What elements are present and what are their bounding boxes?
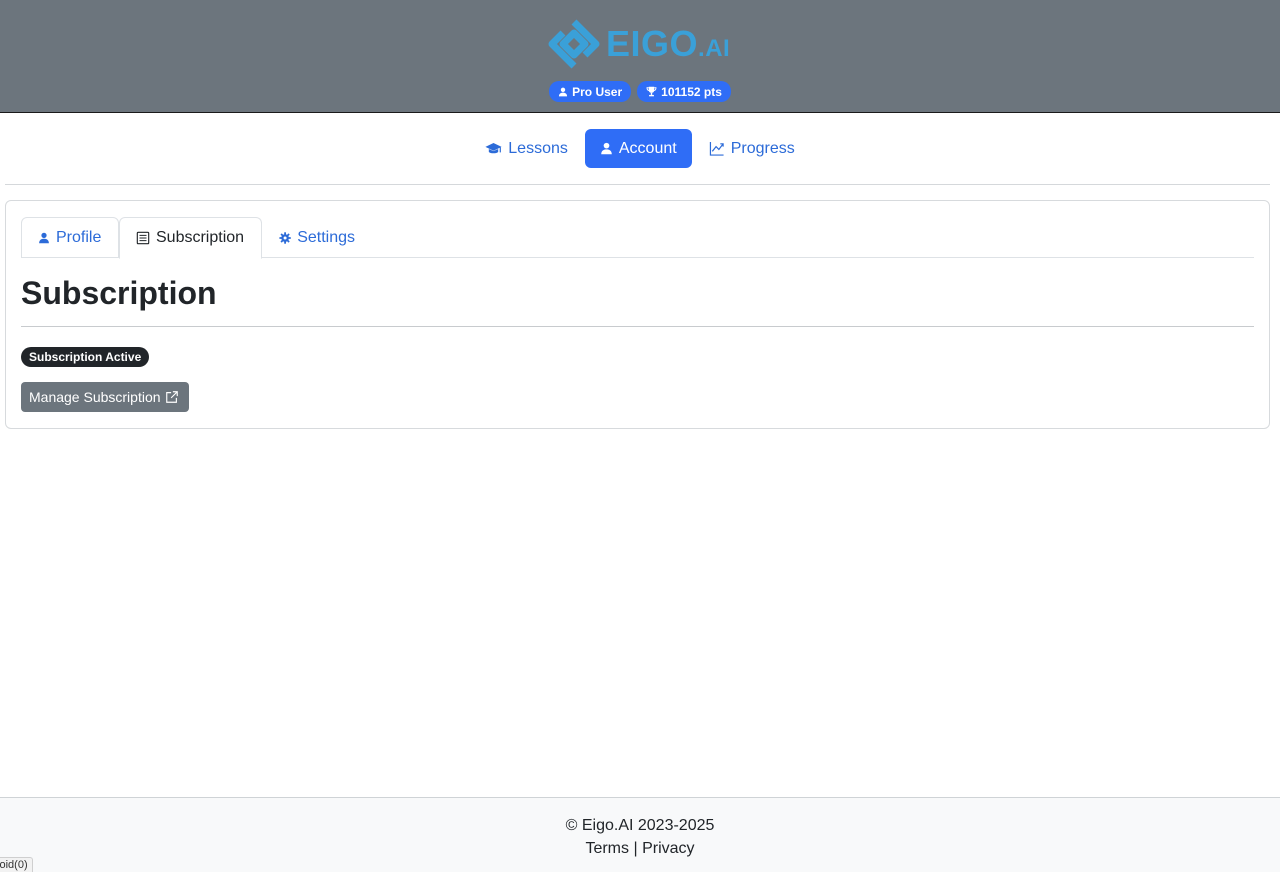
points-badge: 101152 pts — [637, 81, 731, 102]
page-title: Subscription — [21, 275, 217, 311]
page-footer: © Eigo.AI 2023-2025 Terms | Privacy — [0, 797, 1280, 872]
nav-divider — [5, 184, 1270, 185]
tab-settings-label: Settings — [297, 228, 355, 246]
status-badge: Subscription Active — [21, 347, 150, 367]
nav-account-label: Account — [618, 139, 677, 157]
tab-profile[interactable]: Profile — [21, 217, 119, 258]
title-divider — [21, 326, 1254, 327]
main-nav: Lessons Account Progress — [0, 129, 1280, 168]
external-link-icon — [165, 391, 178, 403]
graduation-cap-icon — [485, 142, 502, 153]
nav-progress-label: Progress — [730, 139, 795, 157]
user-icon — [39, 232, 49, 243]
privacy-link[interactable]: Privacy — [642, 840, 694, 857]
status-url: void(0) — [0, 859, 28, 871]
tab-subscription-label: Subscription — [156, 229, 245, 246]
account-card: Profile Subscription Settings Subscripti… — [5, 200, 1270, 429]
user-icon — [601, 142, 612, 155]
nav-lessons[interactable]: Lessons — [476, 129, 577, 168]
copyright-text: © Eigo.AI 2023-2025 — [565, 817, 715, 834]
newspaper-icon — [136, 231, 150, 245]
manage-subscription-button[interactable]: Manage Subscription — [21, 382, 189, 412]
app-header: EIGO.AI Pro User 101152 pts — [0, 0, 1280, 113]
browser-status-bar: void(0) — [0, 857, 33, 872]
eigo-logo[interactable]: EIGO.AI — [548, 18, 730, 70]
manage-subscription-label: Manage Subscription — [29, 389, 161, 405]
user-icon — [559, 87, 568, 96]
tab-profile-label: Profile — [56, 228, 102, 246]
gear-icon — [279, 231, 291, 244]
nav-lessons-label: Lessons — [508, 139, 568, 157]
tab-settings[interactable]: Settings — [262, 217, 372, 258]
pro-user-badge: Pro User — [549, 81, 632, 102]
footer-links: Terms | Privacy — [0, 840, 1280, 858]
tab-subscription[interactable]: Subscription — [119, 217, 262, 259]
terms-link[interactable]: Terms — [585, 840, 629, 857]
nav-progress[interactable]: Progress — [700, 129, 804, 168]
nav-account[interactable]: Account — [584, 129, 692, 168]
trophy-icon — [646, 86, 657, 97]
chart-line-icon — [709, 141, 724, 156]
logo-text: EIGO.AI — [606, 23, 731, 64]
logo-mark-icon — [548, 19, 600, 69]
footer-separator: | — [633, 840, 638, 857]
account-tabs: Profile Subscription Settings — [21, 217, 1254, 259]
user-badges: Pro User 101152 pts — [0, 81, 1280, 102]
